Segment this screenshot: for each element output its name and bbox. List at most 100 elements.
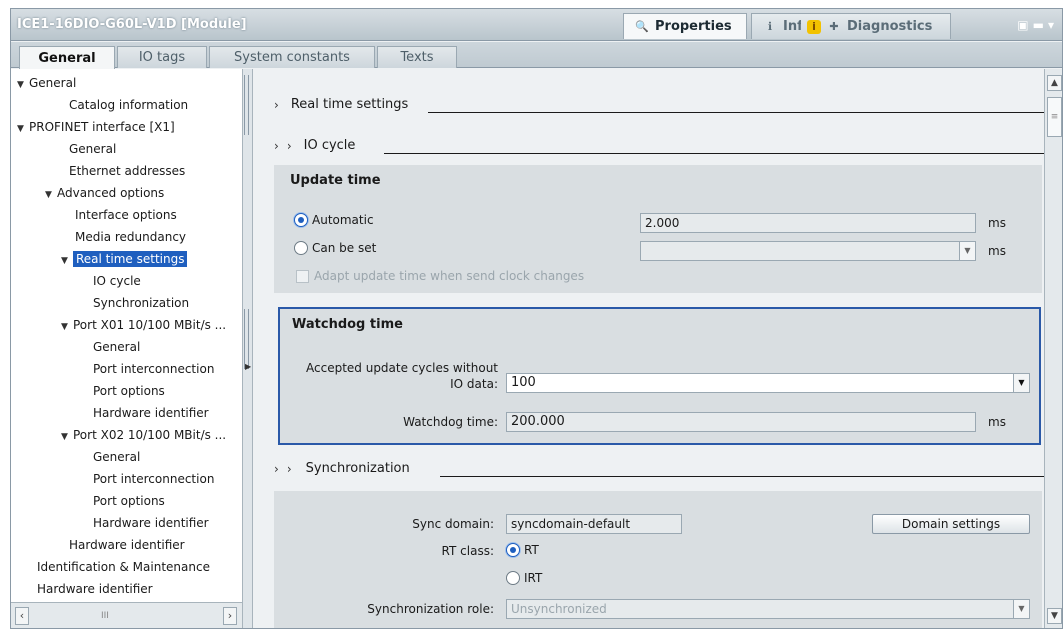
rt-class-label: RT class: xyxy=(441,544,494,558)
sync-role-dropdown[interactable]: Unsynchronized ▼ xyxy=(506,599,1030,619)
tab-diagnostics-label: Diagnostics xyxy=(847,19,933,34)
section-real-time-settings[interactable]: › Real time settings xyxy=(274,97,408,112)
restore-icon[interactable]: ▣ xyxy=(1017,18,1028,32)
tab-properties[interactable]: 🔍 Properties xyxy=(623,13,747,39)
accepted-cycles-label-2: IO data: xyxy=(450,377,498,391)
section-io-cycle[interactable]: › › IO cycle xyxy=(274,138,355,153)
checkbox-icon[interactable] xyxy=(296,269,309,283)
dropdown-arrow-icon[interactable]: ▼ xyxy=(959,242,975,260)
navigation-tree: ▼ General Catalog information ▼ PROFINET i… xyxy=(11,69,243,602)
title-bar: ICE1-16DIO-G60L-V1D [Module] 🔍 Propertie… xyxy=(11,9,1062,41)
tree-item-identification-maintenance[interactable]: Identification & Maintenance xyxy=(37,557,210,577)
section-divider xyxy=(384,153,1044,154)
tab-diagnostics[interactable]: i ✚ Diagnostics xyxy=(801,13,951,39)
tree-item-port-x02[interactable]: ▼ Port X02 10/100 MBit/s ... xyxy=(61,425,226,445)
panel-splitter[interactable]: ▶ xyxy=(243,69,253,628)
info-badge-icon: i xyxy=(807,19,821,34)
tree-item-hardware-identifier[interactable]: Hardware identifier xyxy=(37,579,153,599)
sync-domain-field: syncdomain-default xyxy=(506,514,682,534)
tree-item-port-x01[interactable]: ▼ Port X01 10/100 MBit/s ... xyxy=(61,315,226,335)
radio-irt[interactable]: IRT xyxy=(506,571,542,585)
tree-item-general[interactable]: ▼ General xyxy=(17,73,76,93)
tree-item-x02-hardware-identifier[interactable]: Hardware identifier xyxy=(93,513,209,533)
tree-item-catalog-information[interactable]: Catalog information xyxy=(69,95,188,115)
scroll-right-icon[interactable]: › xyxy=(223,607,237,625)
radio-selected-icon[interactable] xyxy=(506,543,520,557)
tree-item-x02-general[interactable]: General xyxy=(93,447,140,467)
tree-item-interface-hardware-identifier[interactable]: Hardware identifier xyxy=(69,535,185,555)
expand-icon[interactable]: ▼ xyxy=(17,119,29,139)
tab-texts[interactable]: Texts xyxy=(377,46,457,68)
properties-window: ICE1-16DIO-G60L-V1D [Module] 🔍 Propertie… xyxy=(10,8,1063,629)
automatic-update-time-field: 2.000 xyxy=(640,213,976,233)
unit-label: ms xyxy=(988,216,1006,230)
scroll-left-icon[interactable]: ‹ xyxy=(15,607,29,625)
radio-can-be-set[interactable]: Can be set xyxy=(294,241,376,255)
tree-item-x01-port-options[interactable]: Port options xyxy=(93,381,165,401)
dropdown-arrow-icon[interactable]: ▼ xyxy=(1013,374,1029,392)
can-be-set-dropdown[interactable]: ▼ xyxy=(640,241,976,261)
accepted-cycles-dropdown[interactable]: 100 ▼ xyxy=(506,373,1030,393)
tree-item-real-time-settings[interactable]: ▼ Real time settings xyxy=(61,249,188,271)
tree-item-advanced-options[interactable]: ▼ Advanced options xyxy=(45,183,164,203)
sync-role-label: Synchronization role: xyxy=(367,602,494,616)
watchdog-title: Watchdog time xyxy=(292,317,403,332)
chevron-right-icon: › xyxy=(286,461,292,476)
tree-item-ethernet-addresses[interactable]: Ethernet addresses xyxy=(69,161,185,181)
expand-icon[interactable]: ▼ xyxy=(61,317,73,337)
dropdown-icon[interactable]: ▾ xyxy=(1048,18,1054,32)
splitter-arrow-icon[interactable]: ▶ xyxy=(245,362,251,371)
radio-automatic[interactable]: Automatic xyxy=(294,213,374,227)
tree-item-profinet-interface[interactable]: ▼ PROFINET interface [X1] xyxy=(17,117,175,137)
tree-horizontal-scrollbar[interactable]: ‹ III › xyxy=(11,602,243,628)
expand-icon[interactable]: ▼ xyxy=(61,251,73,271)
tree-item-interface-options[interactable]: Interface options xyxy=(75,205,177,225)
unit-label: ms xyxy=(988,244,1006,258)
splitter-grip[interactable] xyxy=(244,309,249,369)
minimize-icon[interactable]: ▬ xyxy=(1033,18,1044,32)
dropdown-arrow-icon[interactable]: ▼ xyxy=(1013,600,1029,618)
chevron-right-icon: › xyxy=(286,138,292,153)
sync-domain-label: Sync domain: xyxy=(412,517,494,531)
tree-item-interface-general[interactable]: General xyxy=(69,139,116,159)
domain-settings-button[interactable]: Domain settings xyxy=(872,514,1030,534)
splitter-grip[interactable] xyxy=(244,75,249,135)
accepted-cycles-label-1: Accepted update cycles without xyxy=(306,361,498,375)
properties-icon: 🔍 xyxy=(635,19,649,33)
tree-item-x01-general[interactable]: General xyxy=(93,337,140,357)
vertical-scrollbar[interactable]: ▲ ≡ ▼ xyxy=(1044,69,1062,628)
scroll-thumb[interactable]: III xyxy=(101,611,109,621)
unit-label: ms xyxy=(988,415,1006,429)
tree-item-x02-port-options[interactable]: Port options xyxy=(93,491,165,511)
tab-properties-label: Properties xyxy=(655,19,732,34)
window-title: ICE1-16DIO-G60L-V1D [Module] xyxy=(17,17,247,32)
section-divider xyxy=(428,112,1044,113)
tab-general[interactable]: General xyxy=(19,46,115,69)
section-synchronization[interactable]: › › Synchronization xyxy=(274,461,410,476)
expand-icon[interactable]: ▼ xyxy=(45,185,57,205)
chevron-right-icon: › xyxy=(274,138,279,153)
tree-item-synchronization[interactable]: Synchronization xyxy=(93,293,189,313)
tab-system-constants[interactable]: System constants xyxy=(209,46,375,68)
tree-item-x02-port-interconnection[interactable]: Port interconnection xyxy=(93,469,214,489)
tree-item-x01-hardware-identifier[interactable]: Hardware identifier xyxy=(93,403,209,423)
main-content: › Real time settings › › IO cycle Update… xyxy=(254,69,1044,628)
radio-rt[interactable]: RT xyxy=(506,543,539,557)
synchronization-panel: Sync domain: syncdomain-default Domain s… xyxy=(274,491,1042,628)
expand-icon[interactable]: ▼ xyxy=(61,427,73,447)
scroll-thumb[interactable]: ≡ xyxy=(1047,97,1062,137)
tree-item-media-redundancy[interactable]: Media redundancy xyxy=(75,227,186,247)
tree-item-io-cycle[interactable]: IO cycle xyxy=(93,271,141,291)
expand-icon[interactable]: ▼ xyxy=(17,75,29,95)
radio-selected-icon[interactable] xyxy=(294,213,308,227)
scroll-up-icon[interactable]: ▲ xyxy=(1047,75,1062,91)
tab-io-tags[interactable]: IO tags xyxy=(117,46,207,68)
tree-item-x01-port-interconnection[interactable]: Port interconnection xyxy=(93,359,214,379)
scroll-down-icon[interactable]: ▼ xyxy=(1047,608,1062,624)
radio-unselected-icon[interactable] xyxy=(506,571,520,585)
diagnostics-icon: ✚ xyxy=(829,19,839,33)
update-time-title: Update time xyxy=(290,173,381,188)
adapt-update-time-checkbox[interactable]: Adapt update time when send clock change… xyxy=(296,269,584,283)
watchdog-time-label: Watchdog time: xyxy=(403,415,498,429)
radio-unselected-icon[interactable] xyxy=(294,241,308,255)
